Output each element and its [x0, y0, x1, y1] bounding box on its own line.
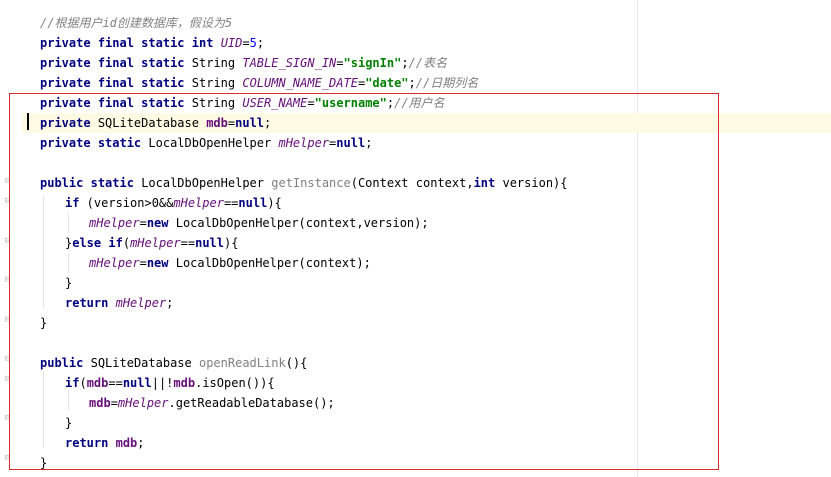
keyword-static: static	[141, 56, 185, 70]
comment: //根据用户id创建数据库，假设为5	[40, 16, 233, 30]
keyword-final: final	[97, 76, 134, 90]
comment: //表名	[408, 56, 447, 70]
comment: //日期列名	[415, 76, 479, 90]
keyword-static: static	[141, 76, 185, 90]
keyword-int: int	[191, 36, 214, 50]
code-line-1: //根据用户id创建数据库，假设为5	[40, 13, 232, 33]
string-literal: "signIn"	[343, 56, 402, 70]
type-string: String	[191, 56, 236, 70]
code-line-4: private final static String COLUMN_NAME_…	[40, 76, 479, 90]
keyword-private: private	[40, 76, 91, 90]
field-column-name-date: COLUMN_NAME_DATE	[242, 76, 358, 90]
keyword-final: final	[97, 56, 134, 70]
field-uid: UID	[220, 36, 243, 50]
keyword-private: private	[40, 36, 91, 50]
red-annotation-box	[9, 93, 719, 470]
string-literal: "date"	[365, 76, 409, 90]
code-line-2: private final static int UID=5;	[40, 36, 265, 50]
number-literal: 5	[249, 36, 257, 50]
keyword-static: static	[141, 36, 185, 50]
keyword-private: private	[40, 56, 91, 70]
keyword-final: final	[97, 36, 134, 50]
code-line-3: private final static String TABLE_SIGN_I…	[40, 56, 447, 70]
field-table-sign-in: TABLE_SIGN_IN	[242, 56, 337, 70]
type-string: String	[191, 76, 236, 90]
